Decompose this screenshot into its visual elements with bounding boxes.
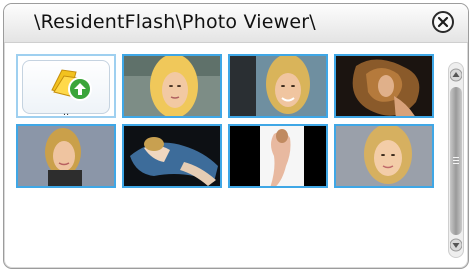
photo-viewer-window: \ResidentFlash\Photo Viewer\ .. [3,3,469,269]
grip-line [453,157,459,158]
upload-label: .. [62,107,70,118]
photo-thumbnail[interactable] [334,124,434,188]
close-button[interactable] [432,11,454,33]
photo-thumbnail[interactable] [334,54,434,118]
title-bar[interactable]: \ResidentFlash\Photo Viewer\ [4,4,468,43]
photo-thumbnail[interactable] [122,124,222,188]
photo-1-image [124,56,220,116]
grip-line [453,160,459,161]
photo-2-image [230,56,326,116]
arrow-down-icon[interactable] [450,237,462,253]
photo-grid: .. [16,54,440,194]
photo-thumbnail[interactable] [16,124,116,188]
scroll-thumb[interactable] [450,87,462,235]
window-title: \ResidentFlash\Photo Viewer\ [34,11,316,33]
grip-line [453,163,459,164]
vertical-scrollbar[interactable] [448,62,464,258]
arrow-up-icon[interactable] [450,67,462,83]
photo-thumbnail[interactable] [122,54,222,118]
photo-6-image [230,126,326,186]
photo-thumbnail[interactable] [228,54,328,118]
photo-3-image [336,56,432,116]
photo-thumbnail[interactable] [228,124,328,188]
upload-folder-tile[interactable]: .. [16,54,116,118]
photo-5-image [124,126,220,186]
close-icon [437,16,449,28]
photo-4-image [18,126,114,186]
photo-7-image [336,126,432,186]
